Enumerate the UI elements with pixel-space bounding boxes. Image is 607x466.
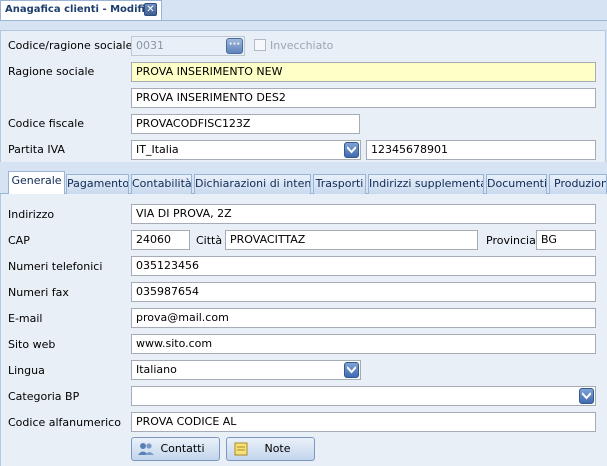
provincia-label: Provincia: [486, 234, 536, 247]
partita-iva-country-value: IT_Italia: [136, 143, 179, 156]
categoria-bp-select[interactable]: [131, 386, 596, 406]
lingua-value: Italiano: [136, 363, 177, 376]
tab-generale[interactable]: Generale: [8, 171, 65, 195]
citta-label: Città: [196, 234, 223, 247]
document-tab-title: Anagafica clienti - Modifica: [5, 4, 158, 15]
fax-input[interactable]: 035987654: [131, 282, 596, 302]
provincia-input[interactable]: BG: [536, 230, 596, 250]
tab-contabilita[interactable]: Contabilità: [131, 174, 192, 194]
contatti-button[interactable]: Contatti: [131, 437, 220, 461]
indirizzo-input[interactable]: VIA DI PROVA, 2Z: [131, 204, 596, 224]
cap-label: CAP: [8, 234, 30, 247]
tab-indirizzi[interactable]: Indirizzi supplementari: [368, 174, 484, 194]
invecchiato-checkbox[interactable]: [254, 39, 266, 51]
close-icon[interactable]: ✕: [144, 3, 157, 16]
telefono-label: Numeri telefonici: [8, 260, 103, 273]
codice-value: 0031: [136, 39, 164, 52]
email-label: E-mail: [8, 312, 43, 325]
sito-web-input[interactable]: www.sito.com: [131, 334, 596, 354]
codice-field[interactable]: 0031 ···: [131, 36, 245, 56]
chevron-down-icon[interactable]: [579, 388, 594, 404]
sito-web-label: Sito web: [8, 338, 56, 351]
fax-label: Numeri fax: [8, 286, 69, 299]
partita-iva-input[interactable]: 12345678901: [366, 140, 596, 160]
ragione-sociale-input[interactable]: PROVA INSERIMENTO NEW: [131, 62, 596, 82]
lingua-label: Lingua: [8, 364, 45, 377]
note-button[interactable]: Note: [226, 437, 315, 461]
tab-trasporti[interactable]: Trasporti: [313, 174, 366, 194]
document-tab[interactable]: Anagafica clienti - Modifica ✕: [0, 0, 162, 20]
note-button-label: Note: [264, 442, 291, 455]
indirizzo-label: Indirizzo: [8, 208, 55, 221]
citta-input[interactable]: PROVACITTAZ: [225, 230, 478, 250]
codice-alfanumerico-label: Codice alfanumerico: [8, 416, 121, 429]
tab-documenti[interactable]: Documenti: [486, 174, 547, 194]
browse-button[interactable]: ···: [226, 38, 243, 54]
partita-iva-country-select[interactable]: IT_Italia: [131, 140, 361, 160]
tab-pagamento[interactable]: Pagamento: [66, 174, 129, 194]
codice-alfanumerico-input[interactable]: PROVA CODICE AL: [131, 412, 596, 432]
telefono-input[interactable]: 035123456: [131, 256, 596, 276]
email-input[interactable]: prova@mail.com: [131, 308, 596, 328]
categoria-bp-label: Categoria BP: [8, 390, 80, 403]
ragione-label: Ragione sociale: [8, 65, 95, 78]
codice-label: Codice/ragione sociale: [8, 39, 133, 52]
lingua-select[interactable]: Italiano: [131, 360, 361, 380]
tab-dichiarazioni[interactable]: Dichiarazioni di intento: [194, 174, 311, 194]
codice-fiscale-input[interactable]: PROVACODFISC123Z: [131, 114, 360, 134]
ragione-sociale-2-input[interactable]: PROVA INSERIMENTO DES2: [131, 88, 596, 108]
tab-produzione[interactable]: Produzione: [549, 174, 607, 194]
cap-input[interactable]: 24060: [131, 230, 190, 250]
chevron-down-icon[interactable]: [344, 142, 359, 158]
chevron-down-icon[interactable]: [344, 362, 359, 378]
invecchiato-label: Invecchiato: [270, 39, 334, 52]
codice-fiscale-label: Codice fiscale: [8, 117, 85, 130]
contatti-button-label: Contatti: [160, 442, 205, 455]
document-tab-bar: Anagafica clienti - Modifica ✕: [0, 0, 607, 21]
partita-iva-label: Partita IVA: [8, 143, 65, 156]
